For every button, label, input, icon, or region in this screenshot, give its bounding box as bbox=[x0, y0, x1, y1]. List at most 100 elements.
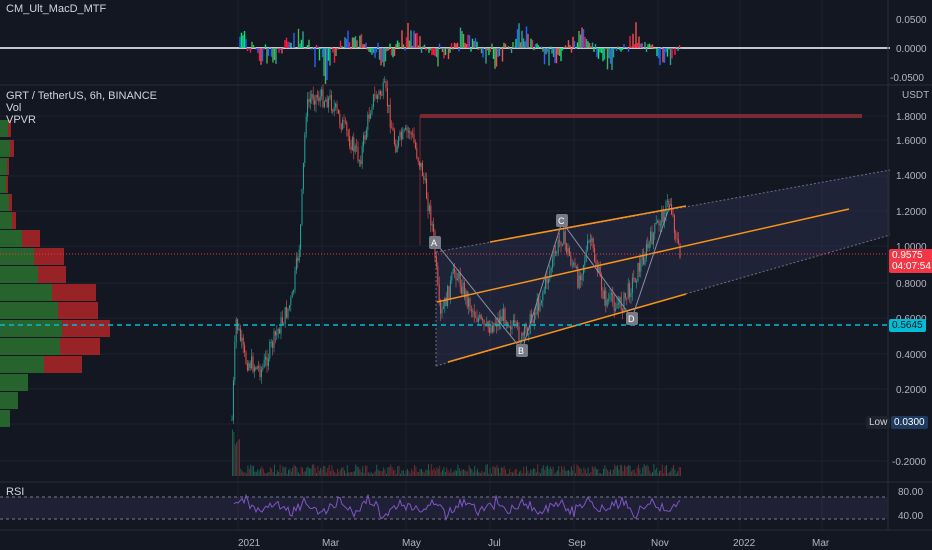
volume-bar bbox=[612, 469, 614, 476]
wave-label-b[interactable]: B bbox=[516, 344, 528, 357]
candle-body bbox=[323, 101, 325, 107]
volume-bar bbox=[387, 467, 389, 476]
candle-body bbox=[626, 297, 628, 299]
volume-bar bbox=[468, 465, 470, 476]
volume-bar bbox=[506, 473, 508, 476]
volume-bar bbox=[486, 464, 488, 476]
volume-bar bbox=[675, 473, 677, 476]
volume-bar bbox=[253, 465, 254, 476]
candle-body bbox=[416, 147, 418, 158]
wave-label-a[interactable]: A bbox=[429, 236, 441, 249]
volume-bar bbox=[414, 464, 415, 476]
candle-body bbox=[399, 132, 401, 137]
candle-body bbox=[427, 198, 429, 212]
volume-bar bbox=[416, 471, 418, 476]
volume-bar bbox=[419, 469, 421, 476]
rsi-title[interactable]: RSI bbox=[6, 486, 24, 498]
candle-body bbox=[672, 214, 674, 216]
symbol-title[interactable]: GRT / TetherUS, 6h, BINANCE bbox=[6, 90, 157, 102]
volume-bar bbox=[267, 472, 268, 476]
volume-bar bbox=[594, 466, 596, 476]
volume-bar bbox=[563, 466, 565, 476]
candle-body bbox=[351, 137, 353, 151]
volume-bar bbox=[243, 472, 245, 476]
candle-body bbox=[454, 268, 456, 273]
indicator-vol[interactable]: Vol bbox=[6, 102, 21, 114]
volume-bar bbox=[457, 464, 459, 476]
volume-bar bbox=[233, 431, 235, 476]
candle-body bbox=[580, 275, 582, 281]
volume-bar bbox=[303, 471, 305, 476]
vpvr-up bbox=[0, 410, 10, 427]
volume-bar bbox=[593, 468, 595, 476]
volume-bar bbox=[533, 468, 534, 476]
volume-bar bbox=[556, 470, 558, 476]
candle-body bbox=[431, 224, 433, 226]
volume-bar bbox=[635, 473, 637, 476]
candle-body bbox=[260, 369, 262, 378]
volume-bar bbox=[605, 468, 607, 476]
low-price-tag: 0.0300 bbox=[891, 416, 928, 429]
vpvr-up bbox=[0, 194, 9, 211]
candle-body bbox=[589, 240, 591, 242]
candle-body bbox=[647, 243, 649, 248]
volume-bar bbox=[311, 464, 313, 476]
candle-body bbox=[568, 248, 570, 256]
candle-body bbox=[561, 244, 563, 246]
volume-bar bbox=[527, 470, 529, 476]
volume-bar bbox=[285, 466, 287, 476]
volume-bar bbox=[358, 467, 359, 476]
volume-bar bbox=[400, 473, 401, 476]
vpvr-down bbox=[44, 356, 82, 373]
volume-bar bbox=[558, 466, 560, 476]
candle-body bbox=[248, 363, 250, 371]
chart-canvas[interactable]: 0.0500 0.0000 -0.0500 USDT 1.8000 1.6000… bbox=[0, 0, 932, 550]
volume-bar bbox=[498, 467, 499, 476]
vpvr-down bbox=[6, 176, 8, 193]
candle-body bbox=[288, 305, 290, 309]
candle-body bbox=[638, 262, 640, 272]
volume-bar bbox=[475, 471, 477, 476]
volume-bar bbox=[576, 464, 578, 476]
candle-body bbox=[372, 94, 374, 107]
candle-body bbox=[566, 243, 568, 253]
volume-bar bbox=[646, 464, 648, 476]
volume-bar bbox=[289, 468, 291, 476]
volume-bar bbox=[353, 471, 355, 476]
volume-bar bbox=[320, 467, 322, 476]
volume-bar bbox=[323, 465, 324, 476]
wave-label-d[interactable]: D bbox=[626, 312, 638, 325]
volume-bar bbox=[479, 473, 481, 476]
volume-bar bbox=[531, 470, 533, 476]
volume-bar bbox=[626, 466, 628, 476]
volume-bar bbox=[250, 464, 252, 476]
macd-panel[interactable] bbox=[0, 22, 890, 84]
macd-title[interactable]: CM_Ult_MacD_MTF bbox=[6, 3, 106, 15]
volume-bar bbox=[405, 470, 407, 476]
candle-body bbox=[444, 297, 446, 307]
candle-body bbox=[253, 367, 255, 372]
candle-body bbox=[543, 288, 545, 294]
candle-body bbox=[273, 331, 275, 348]
candle-body bbox=[573, 262, 575, 265]
candle-body bbox=[617, 303, 619, 305]
volume-bar bbox=[321, 469, 323, 476]
volume-bar bbox=[318, 470, 320, 476]
volume-bar bbox=[423, 472, 425, 476]
volume-bar bbox=[456, 470, 457, 476]
volume-bar bbox=[528, 473, 530, 476]
time-tick: 2021 bbox=[238, 538, 261, 549]
candle-body bbox=[350, 146, 352, 151]
volume-bar bbox=[485, 464, 487, 476]
candle-body bbox=[242, 337, 244, 346]
volume-bar bbox=[404, 473, 406, 476]
indicator-vpvr[interactable]: VPVR bbox=[6, 114, 36, 126]
volume-bar bbox=[451, 472, 453, 476]
volume-bar bbox=[513, 471, 515, 476]
volume-bar bbox=[547, 465, 548, 476]
volume-bar bbox=[474, 466, 476, 476]
candle-body bbox=[244, 345, 246, 353]
volume-bar bbox=[339, 469, 341, 476]
volume-bar bbox=[575, 473, 576, 476]
wave-label-c[interactable]: C bbox=[556, 214, 568, 227]
